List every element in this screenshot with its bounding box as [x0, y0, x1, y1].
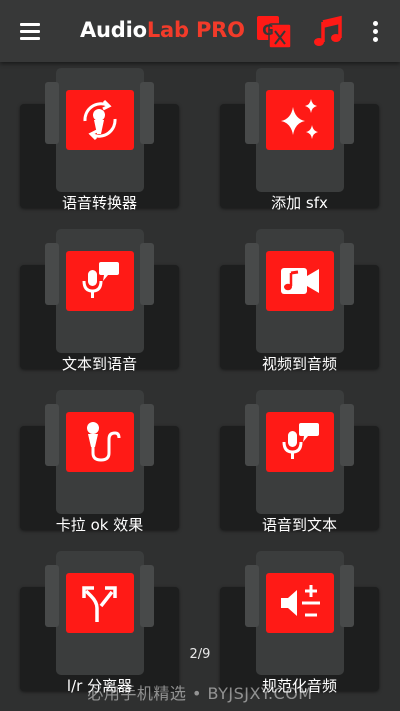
feature-card-add-sfx[interactable]: 添加 sfx	[220, 68, 379, 212]
mic-speech-bubble-icon	[82, 262, 119, 298]
split-arrows-icon	[82, 586, 117, 622]
feature-tile	[66, 412, 134, 472]
card-ear	[245, 404, 259, 466]
feature-tile	[266, 573, 334, 633]
feature-label: 卡拉 ok 效果	[55, 516, 144, 534]
card-ear	[340, 82, 354, 144]
feature-label: 语音到文本	[261, 516, 337, 534]
card-ear	[340, 565, 354, 627]
feature-tile	[66, 573, 134, 633]
app-bar: AudioLab PRO G	[0, 0, 400, 62]
feature-card-voice-changer[interactable]: 语音转换器	[20, 68, 179, 212]
card-ear	[245, 243, 259, 305]
card-ear	[45, 82, 59, 144]
card-ear	[140, 565, 154, 627]
video-camera-music-icon	[281, 268, 319, 294]
card-ear	[140, 243, 154, 305]
feature-label: 视频到音频	[261, 355, 337, 373]
feature-label: 语音转换器	[61, 194, 137, 212]
app-title-lab-pro: Lab PRO	[146, 18, 245, 42]
mic-speech-bubble-icon	[282, 423, 319, 459]
feature-tile	[266, 251, 334, 311]
card-ear	[245, 82, 259, 144]
hamburger-menu-icon	[20, 23, 40, 26]
more-vert-icon-dot	[373, 37, 378, 42]
feature-card-speech-to-text[interactable]: 语音到文本	[220, 390, 379, 534]
volume-plus-minus-icon	[281, 585, 320, 617]
translate-button[interactable]: G	[254, 14, 294, 50]
feature-card-lr-splitter[interactable]: l/r 分离器	[20, 551, 179, 695]
translate-icon: G	[257, 16, 292, 49]
menu-button[interactable]	[12, 15, 48, 47]
hamburger-menu-icon-line	[20, 30, 40, 33]
svg-text:G: G	[262, 23, 274, 39]
voice-changer-icon	[83, 99, 117, 141]
card-ear	[45, 565, 59, 627]
feature-label: 添加 sfx	[271, 194, 328, 212]
app-title: AudioLab PRO	[80, 18, 245, 42]
card-ear	[340, 243, 354, 305]
page-indicator: 2/9	[189, 647, 211, 662]
feature-card-normalize-audio[interactable]: 规范化音频	[220, 551, 379, 695]
feature-tile	[266, 90, 334, 150]
app-title-audio: Audio	[80, 18, 147, 42]
feature-card-text-to-speech[interactable]: 文本到语音	[20, 229, 179, 373]
card-ear	[340, 404, 354, 466]
feature-label: 文本到语音	[61, 355, 137, 373]
music-note-icon	[314, 15, 342, 46]
card-ear	[45, 404, 59, 466]
card-ear	[140, 404, 154, 466]
hamburger-menu-icon-line	[20, 37, 40, 40]
music-button[interactable]	[310, 14, 346, 50]
sparkles-icon	[281, 99, 318, 139]
feature-grid: 语音转换器 添加 sfx 文本到语音 视频到音频 卡拉 ok 效果 语音到文本 …	[0, 62, 400, 711]
card-ear	[245, 565, 259, 627]
karaoke-mic-icon	[87, 422, 121, 462]
feature-tile	[66, 251, 134, 311]
feature-tile	[266, 412, 334, 472]
feature-card-video-to-audio[interactable]: 视频到音频	[220, 229, 379, 373]
more-vert-icon	[373, 21, 378, 26]
feature-card-karaoke[interactable]: 卡拉 ok 效果	[20, 390, 179, 534]
more-options-button[interactable]	[362, 15, 390, 49]
more-vert-icon-dot	[373, 29, 378, 34]
watermark-text: 必用手机精选 • BYJSJXY.COM	[87, 684, 313, 703]
feature-tile	[66, 90, 134, 150]
card-ear	[140, 82, 154, 144]
card-ear	[45, 243, 59, 305]
